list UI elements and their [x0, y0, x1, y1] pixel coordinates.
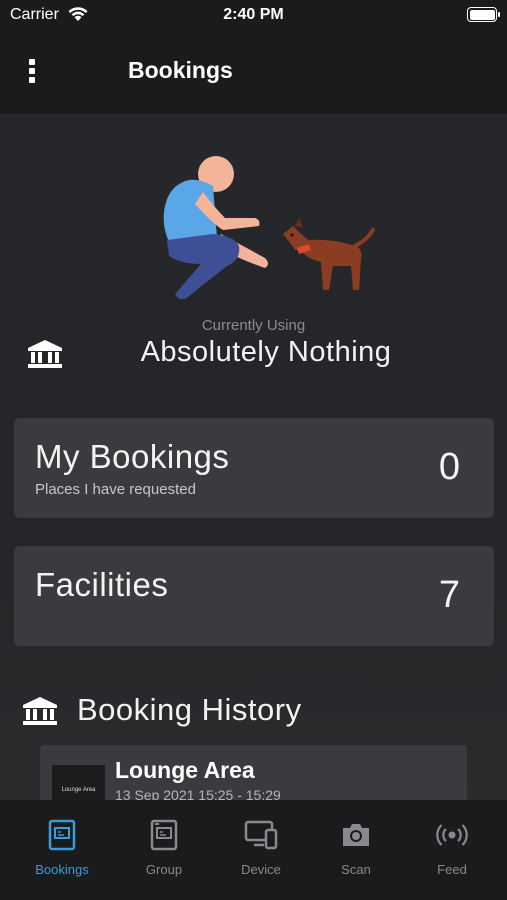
- broadcast-icon: [436, 824, 468, 846]
- currently-using-label: Currently Using: [201, 317, 306, 334]
- tab-device[interactable]: Device: [221, 818, 301, 877]
- menu-dot: [29, 77, 35, 83]
- place-thumbnail: Lounge Area: [52, 765, 105, 800]
- tab-bookings[interactable]: Bookings: [22, 818, 102, 877]
- tab-label: Device: [241, 862, 281, 877]
- menu-dot: [29, 68, 35, 74]
- device-icon: [244, 820, 278, 850]
- group-icon: [150, 819, 178, 851]
- more-menu-button[interactable]: [22, 56, 42, 86]
- history-time: 13 Sep 2021 15:25 - 15:29: [115, 787, 281, 800]
- history-list-item[interactable]: Lounge Area Lounge Area 13 Sep 2021 15:2…: [40, 745, 467, 800]
- my-bookings-subtitle: Places I have requested: [35, 481, 196, 498]
- main-content: Currently Using Absolutely Nothing My Bo…: [0, 114, 507, 800]
- my-bookings-count: 0: [438, 446, 460, 488]
- tab-label: Feed: [437, 862, 467, 877]
- tab-feed[interactable]: Feed: [412, 818, 492, 877]
- my-bookings-title: My Bookings: [35, 438, 230, 475]
- tab-label: Bookings: [35, 862, 89, 877]
- booking-history-header: Booking History: [22, 692, 422, 732]
- nav-bar: Bookings: [0, 30, 507, 114]
- history-place-name: Lounge Area: [115, 757, 255, 783]
- menu-dot: [29, 59, 35, 65]
- tab-label: Scan: [341, 862, 371, 877]
- tab-label: Group: [145, 862, 183, 877]
- battery-icon: [467, 7, 500, 22]
- facilities-count: 7: [438, 574, 460, 616]
- facilities-card[interactable]: Facilities 7: [14, 546, 494, 646]
- tab-scan[interactable]: Scan: [316, 818, 396, 877]
- my-bookings-card[interactable]: My Bookings Places I have requested 0: [14, 418, 494, 518]
- bookings-icon: [48, 819, 76, 851]
- thumbnail-label: Lounge Area: [61, 787, 96, 793]
- facilities-title: Facilities: [35, 566, 169, 603]
- clock: 2:40 PM: [223, 6, 284, 23]
- camera-icon: [343, 824, 369, 846]
- currently-using-value: Absolutely Nothing: [140, 336, 392, 368]
- person-with-dog-illustration: [163, 156, 375, 299]
- booking-history-title: Booking History: [77, 692, 302, 727]
- tab-bar: Bookings Group Device Scan Feed: [0, 800, 507, 900]
- status-bar: Carrier 2:40 PM: [0, 0, 507, 30]
- page-title: Bookings: [128, 57, 233, 83]
- tab-group[interactable]: Group: [124, 818, 204, 877]
- institution-icon: [23, 697, 57, 725]
